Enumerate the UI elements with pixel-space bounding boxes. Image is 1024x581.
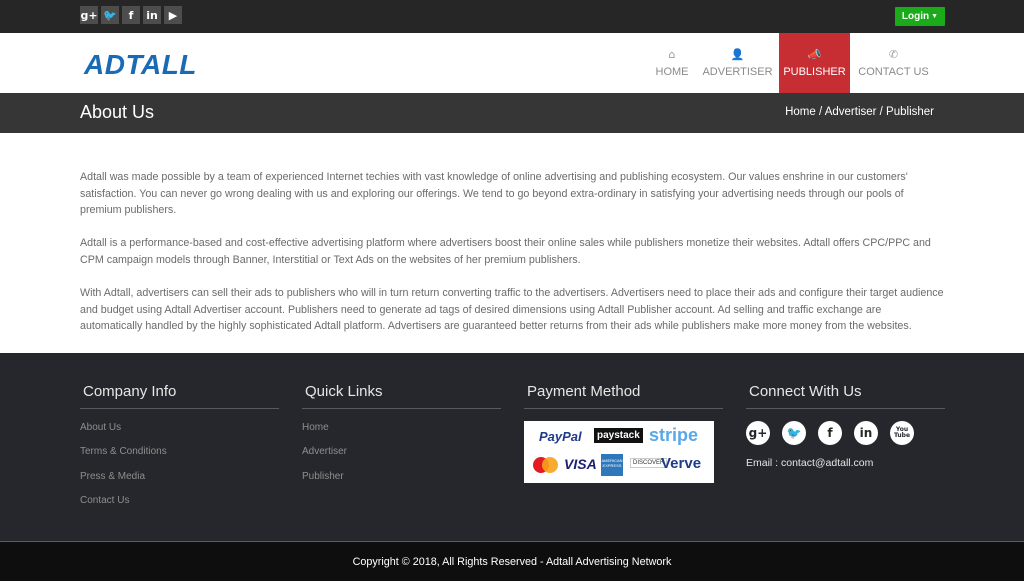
- footer-heading: Quick Links: [302, 383, 501, 409]
- footer-heading: Company Info: [80, 383, 279, 409]
- page-header: About Us Home / Advertiser / Publisher: [0, 93, 1024, 133]
- footer-company-info: Company Info About Us Terms & Conditions…: [80, 383, 279, 519]
- login-label: Login: [901, 11, 930, 22]
- mastercard-logo: [531, 456, 559, 474]
- top-bar: g+ 🐦 f in ▶ Login ▼: [0, 0, 1024, 33]
- paragraph: Adtall was made possible by a team of ex…: [80, 171, 908, 217]
- login-button[interactable]: Login ▼: [895, 7, 945, 26]
- footer-link-advertiser[interactable]: Advertiser: [302, 446, 347, 457]
- nav-item-publisher[interactable]: 📣 PUBLISHER: [779, 33, 850, 93]
- site-logo[interactable]: ADTALL: [84, 49, 197, 81]
- user-icon: 👤: [730, 48, 745, 61]
- nav-item-home[interactable]: ⌂ HOME: [647, 33, 697, 93]
- footer-quick-links: Quick Links Home Advertiser Publisher: [302, 383, 501, 495]
- about-content: Adtall was made possible by a team of ex…: [80, 169, 946, 351]
- footer-link-about-us[interactable]: About Us: [80, 422, 121, 433]
- footer-link-home[interactable]: Home: [302, 422, 329, 433]
- page-title: About Us: [80, 102, 155, 122]
- stripe-logo: stripe: [649, 425, 699, 445]
- linkedin-icon[interactable]: in: [143, 6, 161, 24]
- footer-connect: Connect With Us: [746, 383, 945, 409]
- facebook-icon[interactable]: f: [818, 421, 842, 445]
- facebook-icon[interactable]: f: [122, 6, 140, 24]
- youtube-icon[interactable]: You Tube: [890, 421, 914, 445]
- google-plus-icon[interactable]: g+: [80, 6, 98, 24]
- phone-icon: ✆: [888, 48, 899, 61]
- footer-social-links: g+ 🐦 f in You Tube: [746, 421, 914, 445]
- linkedin-icon[interactable]: in: [854, 421, 878, 445]
- copyright-bar: Copyright © 2018, All Rights Reserved - …: [0, 541, 1024, 581]
- footer-link-publisher[interactable]: Publisher: [302, 471, 344, 482]
- footer-link-contact[interactable]: Contact Us: [80, 495, 129, 506]
- footer-link-terms[interactable]: Terms & Conditions: [80, 446, 167, 457]
- youtube-icon[interactable]: ▶: [164, 6, 182, 24]
- twitter-icon[interactable]: 🐦: [101, 6, 119, 24]
- nav-item-contact-us[interactable]: ✆ CONTACT US: [857, 33, 930, 93]
- copyright-text: Copyright © 2018, All Rights Reserved - …: [352, 555, 672, 568]
- paragraph: Adtall is a performance-based and cost-e…: [80, 237, 931, 266]
- footer-heading: Payment Method: [524, 383, 723, 409]
- google-plus-icon[interactable]: g+: [746, 421, 770, 445]
- top-social-links: g+ 🐦 f in ▶: [80, 6, 182, 24]
- logo-text: ADTALL: [84, 49, 197, 80]
- visa-logo: VISA: [564, 456, 597, 472]
- payment-logos: PayPal paystack stripe VISA AMERICAN EXP…: [524, 421, 714, 483]
- footer-payment-method: Payment Method: [524, 383, 723, 409]
- paragraph: With Adtall, advertisers can sell their …: [80, 286, 944, 333]
- twitter-icon[interactable]: 🐦: [782, 421, 806, 445]
- paypal-logo: PayPal: [539, 429, 582, 444]
- amex-logo: AMERICAN EXPRESS: [601, 454, 623, 476]
- nav-item-label: CONTACT US: [858, 66, 929, 78]
- nav-item-label: HOME: [655, 66, 689, 78]
- footer-email[interactable]: Email : contact@adtall.com: [746, 457, 873, 469]
- nav-item-advertiser[interactable]: 👤 ADVERTISER: [702, 33, 773, 93]
- nav-item-label: PUBLISHER: [783, 66, 846, 78]
- footer-link-press[interactable]: Press & Media: [80, 471, 145, 482]
- bullhorn-icon: 📣: [807, 48, 822, 61]
- footer-heading: Connect With Us: [746, 383, 945, 409]
- caret-down-icon: ▼: [931, 13, 939, 20]
- paystack-logo: paystack: [594, 428, 643, 443]
- verve-logo: Verve: [661, 455, 702, 472]
- nav-item-label: ADVERTISER: [702, 66, 773, 78]
- breadcrumb[interactable]: Home / Advertiser / Publisher: [785, 106, 934, 118]
- home-icon: ⌂: [668, 48, 676, 61]
